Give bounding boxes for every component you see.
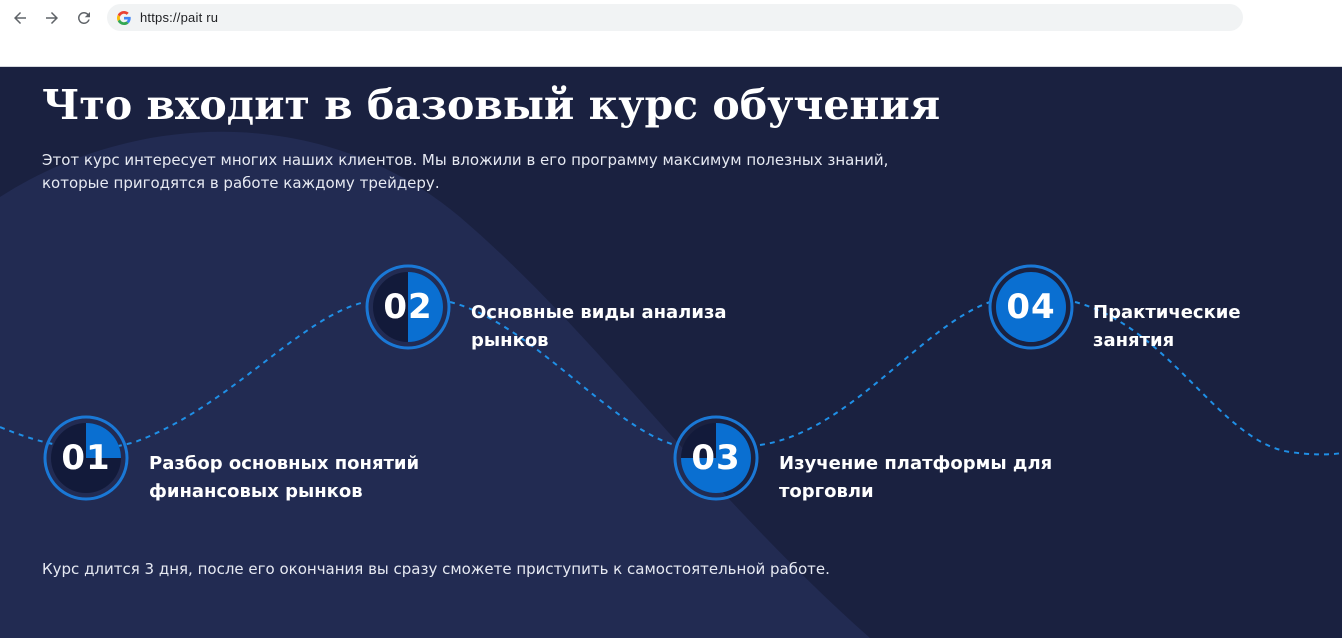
google-icon xyxy=(117,10,131,25)
step-02-label: Основные виды анализа рынков xyxy=(471,299,727,355)
url-text: https://pait ru xyxy=(140,10,219,25)
forward-button[interactable] xyxy=(40,6,64,30)
step-label-line-2: финансовых рынков xyxy=(149,481,363,502)
step-label-line-2: занятия xyxy=(1093,330,1175,351)
arrow-right-icon xyxy=(46,12,58,24)
step-02-badge: 02 xyxy=(365,264,451,350)
step-number: 04 xyxy=(1006,287,1056,327)
arrow-left-icon xyxy=(14,12,26,24)
step-label-line-2: рынков xyxy=(471,330,549,351)
reload-button[interactable] xyxy=(72,6,96,30)
step-03-badge: 03 xyxy=(673,415,759,501)
step-01-badge: 01 xyxy=(43,415,129,501)
step-label-line-2: торговли xyxy=(779,481,874,502)
section-footer: Курс длится 3 дня, после его окончания в… xyxy=(42,560,830,578)
step-04-badge: 04 xyxy=(988,264,1074,350)
step-number: 01 xyxy=(61,438,111,478)
back-button[interactable] xyxy=(8,6,32,30)
address-bar[interactable]: https://pait ru xyxy=(107,4,1243,31)
reload-icon xyxy=(77,11,90,24)
step-01-label: Разбор основных понятий финансовых рынко… xyxy=(149,450,419,506)
step-label-line-1: Разбор основных понятий xyxy=(149,453,420,474)
browser-toolbar: https://pait ru xyxy=(0,0,1342,67)
step-number: 03 xyxy=(691,438,741,478)
step-04-label: Практические занятия xyxy=(1093,299,1241,355)
step-label-line-1: Основные виды анализа xyxy=(471,302,727,323)
course-section: Что входит в базовый курс обучения Этот … xyxy=(0,67,1342,638)
step-number: 02 xyxy=(383,287,433,327)
step-label-line-1: Практические xyxy=(1093,302,1241,323)
step-03-label: Изучение платформы для торговли xyxy=(779,450,1052,506)
step-label-line-1: Изучение платформы для xyxy=(779,453,1053,474)
